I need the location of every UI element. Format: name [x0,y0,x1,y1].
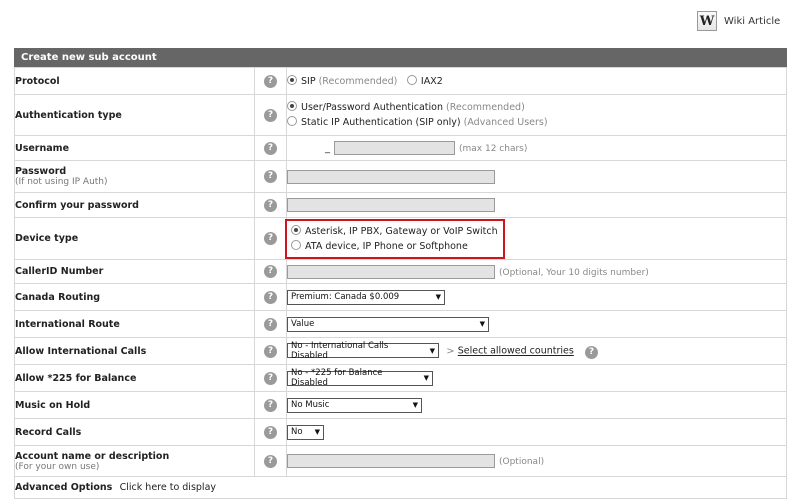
device-asterisk-radio[interactable]: Asterisk, IP PBX, Gateway or VoIP Switch [291,224,498,239]
chevron-down-icon: ▼ [479,320,485,328]
help-icon[interactable]: ? [264,74,277,88]
chevron-down-icon: ▼ [412,401,418,409]
device-type-label: Device type [14,217,255,260]
row-canada-routing: Canada Routing ? Premium: Canada $0.009 ▼ [14,283,787,311]
password-sublabel: (If not using IP Auth) [15,177,108,187]
account-description-hint: (Optional) [499,457,545,467]
username-hint: (max 12 chars) [459,144,528,154]
confirm-password-input[interactable] [287,198,495,212]
auth-userpass-radio[interactable]: User/Password Authentication (Recommende… [287,100,786,115]
protocol-sip-radio[interactable]: SIP (Recommended) [287,75,397,87]
canada-routing-label: Canada Routing [14,283,255,311]
row-protocol: Protocol ? SIP (Recommended) IAX2 [14,67,787,95]
help-icon[interactable]: ? [264,265,277,278]
row-device-type: Device type ? Asterisk, IP PBX, Gateway … [14,217,787,260]
row-balance: Allow *225 for Balance ? No - *225 for B… [14,364,787,392]
sub-account-form: Protocol ? SIP (Recommended) IAX2 Authen… [14,67,787,499]
chevron-right-icon: > [446,345,455,357]
create-sub-account-panel: Create new sub account Protocol ? SIP (R… [14,48,787,499]
help-icon[interactable]: ? [264,290,277,304]
callerid-hint: (Optional, Your 10 digits number) [499,267,649,278]
password-input[interactable] [287,169,495,184]
advanced-options-label: Advanced Options [15,482,113,493]
radio-selected-icon [287,75,297,85]
wikipedia-icon: W [697,11,717,31]
username-label: Username [14,135,255,161]
advanced-options-display-link[interactable]: Click here to display [120,482,216,493]
row-account-description: Account name or description (For your own… [14,445,787,477]
password-label: Password [15,166,67,177]
callerid-label: CallerID Number [14,259,255,284]
row-password: Password (If not using IP Auth) ? [14,160,787,193]
username-prefix: _ [325,143,330,154]
account-description-input[interactable] [287,454,495,468]
row-auth-type: Authentication type ? User/Password Auth… [14,94,787,136]
radio-icon [406,75,417,85]
select-allowed-countries-link[interactable]: Select allowed countries [458,346,574,357]
protocol-label: Protocol [14,67,255,95]
wiki-article-link[interactable]: W Wiki Article [697,11,780,31]
help-icon[interactable]: ? [264,371,277,385]
wiki-article-label: Wiki Article [724,15,781,27]
chevron-down-icon: ▼ [423,374,429,382]
radio-selected-icon [291,224,301,235]
account-description-label-cell: Account name or description (For your own… [14,445,255,477]
international-route-select[interactable]: Value ▼ [287,316,489,332]
help-icon[interactable]: ? [264,317,277,331]
help-icon[interactable]: ? [264,344,277,358]
row-confirm-password: Confirm your password ? [14,192,787,218]
row-allow-international: Allow International Calls ? No - Interna… [14,337,787,365]
row-record-calls: Record Calls ? No ▼ [14,418,787,446]
auth-type-label: Authentication type [14,94,255,136]
device-type-highlight-box: Asterisk, IP PBX, Gateway or VoIP Switch… [285,218,505,259]
row-music-on-hold: Music on Hold ? No Music ▼ [14,391,787,419]
callerid-input[interactable] [287,264,495,279]
chevron-down-icon: ▼ [314,428,320,436]
chevron-down-icon: ▼ [435,293,441,301]
help-icon[interactable]: ? [264,141,277,155]
music-on-hold-select[interactable]: No Music ▼ [287,397,422,413]
panel-title: Create new sub account [14,48,787,67]
radio-icon [291,239,301,250]
help-icon[interactable]: ? [264,232,277,245]
row-advanced-options: Advanced Options Click here to display [14,476,787,499]
allow-international-label: Allow International Calls [14,337,255,365]
radio-icon [287,116,297,126]
international-route-label: International Route [14,310,255,338]
row-callerid: CallerID Number ? (Optional, Your 10 dig… [14,259,787,284]
chevron-down-icon: ▼ [429,346,435,355]
advanced-options-cell: Advanced Options Click here to display [14,476,787,499]
password-label-cell: Password (If not using IP Auth) [14,160,255,193]
help-icon[interactable]: ? [264,454,277,468]
help-icon[interactable]: ? [264,198,277,212]
help-icon[interactable]: ? [264,398,277,412]
canada-routing-select[interactable]: Premium: Canada $0.009 ▼ [287,289,445,305]
row-username: Username ? _ (max 12 chars) [14,135,787,161]
balance-select[interactable]: No - *225 for Balance Disabled ▼ [287,368,433,388]
account-description-label: Account name or description [15,450,170,462]
confirm-password-label: Confirm your password [14,192,255,218]
radio-selected-icon [287,101,297,111]
help-icon[interactable]: ? [585,345,598,359]
allow-international-select[interactable]: No - International Calls Disabled ▼ [287,341,439,361]
help-icon[interactable]: ? [264,170,277,183]
record-calls-select[interactable]: No ▼ [287,424,324,440]
help-icon[interactable]: ? [264,108,277,122]
balance-label: Allow *225 for Balance [14,364,255,392]
username-input[interactable] [334,141,455,155]
help-icon[interactable]: ? [264,425,277,439]
auth-staticip-radio[interactable]: Static IP Authentication (SIP only) (Adv… [287,115,786,130]
device-ata-radio[interactable]: ATA device, IP Phone or Softphone [291,239,498,254]
row-international-route: International Route ? Value ▼ [14,310,787,338]
protocol-iax2-radio[interactable]: IAX2 [406,75,443,87]
record-calls-label: Record Calls [14,418,255,446]
account-description-sublabel: (For your own use) [15,461,100,472]
music-on-hold-label: Music on Hold [14,391,255,419]
